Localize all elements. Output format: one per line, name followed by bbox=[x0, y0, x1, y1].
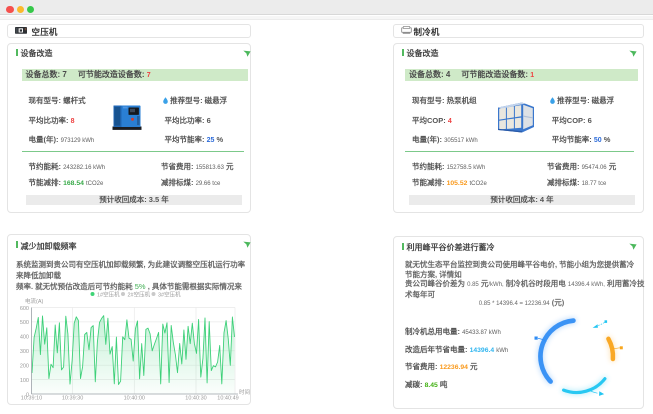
svg-text:10:40:00: 10:40:00 bbox=[124, 396, 145, 402]
svg-text:10:40:49: 10:40:49 bbox=[217, 396, 238, 402]
svg-text:400: 400 bbox=[20, 335, 29, 341]
svg-text:10:39:10: 10:39:10 bbox=[21, 396, 42, 402]
svg-text:500: 500 bbox=[20, 320, 29, 326]
svg-text:1#空压机: 1#空压机 bbox=[97, 291, 120, 299]
svg-text:200: 200 bbox=[20, 364, 29, 370]
svg-text:3#空压机: 3#空压机 bbox=[158, 291, 181, 299]
svg-text:10:40:30: 10:40:30 bbox=[185, 396, 206, 402]
svg-text:电流(A): 电流(A) bbox=[25, 297, 44, 305]
svg-text:时间: 时间 bbox=[239, 388, 250, 396]
svg-text:300: 300 bbox=[20, 349, 29, 355]
svg-text:10:39:30: 10:39:30 bbox=[62, 396, 83, 402]
svg-text:600: 600 bbox=[20, 306, 29, 312]
svg-text:2#空压机: 2#空压机 bbox=[128, 291, 151, 299]
svg-text:100: 100 bbox=[20, 378, 29, 384]
